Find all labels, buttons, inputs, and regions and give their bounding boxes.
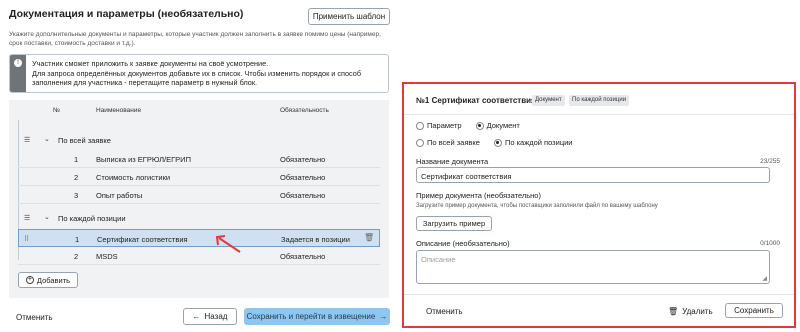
chevron-down-icon[interactable]: ⌄ — [44, 213, 50, 221]
arrow-right-icon: → — [379, 312, 388, 321]
group-header[interactable]: ☰ ⌄ По всей заявке — [18, 128, 380, 152]
info-icon: ! — [14, 59, 22, 67]
section-description: Укажите дополнительные документы и парам… — [9, 31, 381, 47]
apply-template-button[interactable]: Применить шаблон — [308, 8, 390, 25]
panel-save-button[interactable]: Сохранить — [725, 303, 783, 318]
description-textarea[interactable]: Описание ◢ — [416, 250, 770, 284]
description-counter: 0/1000 — [760, 240, 780, 247]
table-row-selected[interactable]: ⠿ 1 Сертификат соответствия Задается в п… — [18, 229, 380, 247]
back-button[interactable]: ← Назад — [183, 308, 237, 325]
chevron-down-icon[interactable]: ⌄ — [44, 135, 50, 143]
trash-icon: 🗑 — [668, 307, 679, 316]
notice-line-1: Участник сможет приложить к заявке докум… — [32, 59, 269, 68]
table-row[interactable]: 3 Опыт работы Обязательно — [18, 186, 380, 204]
save-and-go-button[interactable]: Сохранить и перейти в извещение → — [244, 308, 390, 325]
example-hint: Загрузите пример документа, чтобы постав… — [416, 203, 658, 209]
divider — [404, 294, 794, 295]
panel-cancel-link[interactable]: Отменить — [426, 307, 463, 316]
arrow-left-icon: ← — [192, 312, 201, 321]
document-edit-panel: №1 Сертификат соответствия Документ По к… — [402, 82, 796, 328]
annotation-arrow-icon — [215, 235, 241, 253]
radio-each-position[interactable]: По каждой позиции — [493, 138, 573, 147]
list-icon: ☰ — [24, 215, 31, 222]
panel-delete-button[interactable]: 🗑 Удалить — [668, 307, 713, 316]
type-badge: Документ — [532, 95, 565, 106]
column-num: № — [53, 107, 60, 114]
table-row[interactable]: 2 MSDS Обязательно — [18, 247, 380, 265]
panel-title: №1 Сертификат соответствия — [416, 96, 536, 105]
upload-example-button[interactable]: Загрузить пример — [416, 216, 492, 231]
cancel-link[interactable]: Отменить — [16, 313, 53, 322]
description-label: Описание (необязательно) — [416, 239, 510, 248]
column-name: Наименование — [96, 107, 142, 114]
table-row[interactable]: 1 Выписка из ЕГРЮЛ/ЕГРИП Обязательно — [18, 150, 380, 168]
document-name-label: Название документа — [416, 157, 489, 166]
resize-handle-icon[interactable]: ◢ — [762, 275, 767, 282]
scope-radio-group: По всей заявке По каждой позиции — [416, 138, 573, 147]
type-radio-group: Параметр Документ — [416, 121, 520, 130]
radio-whole-application[interactable]: По всей заявке — [416, 138, 480, 147]
radio-document[interactable]: Документ — [475, 121, 520, 130]
list-icon: ☰ — [24, 137, 31, 144]
drag-handle-icon[interactable]: ⠿ — [24, 235, 29, 243]
document-name-counter: 23/255 — [760, 158, 780, 165]
plus-icon: + — [25, 276, 34, 284]
scope-badge: По каждой позиции — [569, 95, 630, 106]
documents-table: № Наименование Обязательность ☰ ⌄ По все… — [9, 100, 389, 298]
trash-icon[interactable]: 🗑 — [364, 233, 374, 242]
column-required: Обязательность — [280, 107, 329, 114]
radio-parameter[interactable]: Параметр — [416, 121, 462, 130]
divider — [404, 114, 794, 115]
page-title: Документация и параметры (необязательно) — [9, 8, 244, 20]
example-label: Пример документа (необязательно) — [416, 191, 541, 200]
table-row[interactable]: 2 Стоимость логистики Обязательно — [18, 168, 380, 186]
document-name-input[interactable]: Сертификат соответствия — [416, 167, 770, 183]
notice-line-2: Для запроса определённых документов доба… — [32, 68, 362, 88]
add-button[interactable]: + Добавить — [18, 272, 78, 288]
table-header: № Наименование Обязательность — [9, 100, 389, 120]
info-notice: ! Участник сможет приложить к заявке док… — [9, 54, 389, 93]
group-header[interactable]: ☰ ⌄ По каждой позиции — [18, 206, 380, 230]
